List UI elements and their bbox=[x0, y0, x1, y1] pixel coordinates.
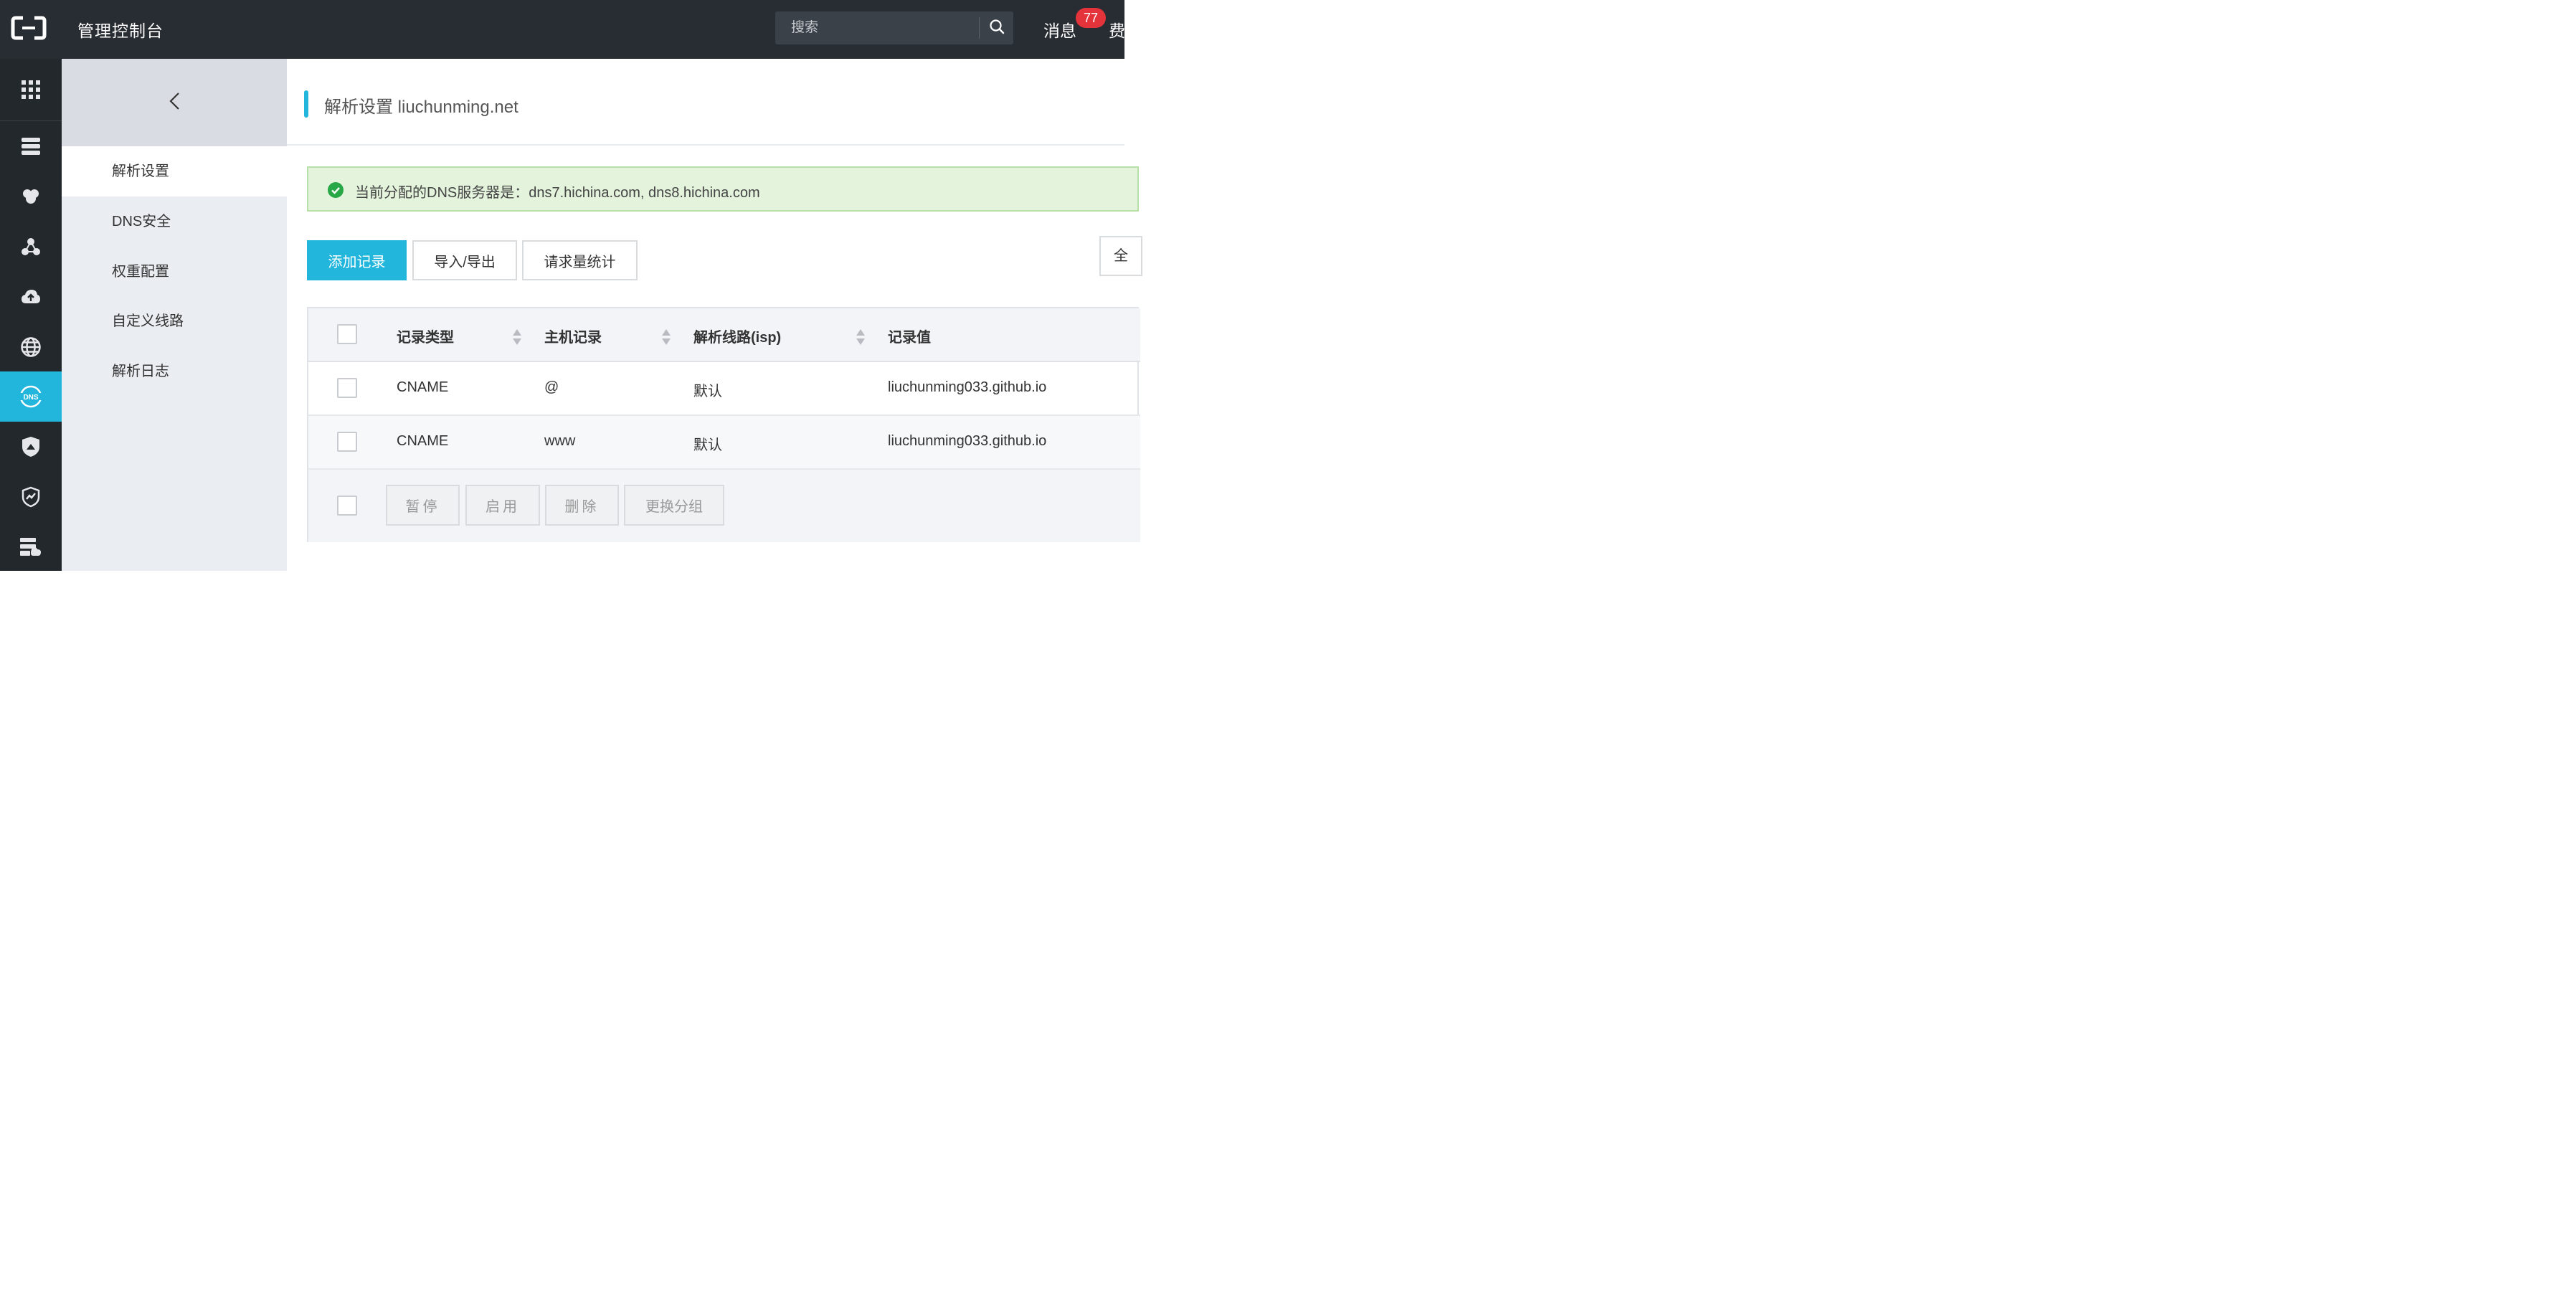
search-input[interactable] bbox=[775, 11, 979, 44]
cell-host: @ bbox=[544, 379, 559, 395]
check-circle-icon bbox=[328, 182, 344, 198]
enable-button[interactable]: 启用 bbox=[465, 485, 540, 526]
page-header: 解析设置 liuchunming.net bbox=[287, 59, 1124, 146]
records-table: 记录类型 主机记录 解析线路(isp) 记录值 CNAME @ 默认 liuch… bbox=[307, 307, 1140, 542]
row-checkbox[interactable] bbox=[337, 378, 357, 398]
svg-text:DNS: DNS bbox=[23, 394, 38, 402]
cell-line: 默认 bbox=[693, 384, 722, 399]
dns-server-alert: 当前分配的DNS服务器是：dns7.hichina.com, dns8.hich… bbox=[307, 166, 1139, 212]
cloud-compute-icon[interactable] bbox=[0, 171, 62, 222]
alert-text: 当前分配的DNS服务器是：dns7.hichina.com, dns8.hich… bbox=[355, 185, 760, 201]
search-box bbox=[775, 11, 1013, 44]
console-title[interactable]: 管理控制台 bbox=[77, 17, 164, 42]
request-stats-button[interactable]: 请求量统计 bbox=[522, 240, 638, 280]
fee-link[interactable]: 费 bbox=[1109, 17, 1125, 42]
sort-type-icon[interactable] bbox=[512, 328, 522, 346]
database-icon[interactable] bbox=[0, 121, 62, 171]
product-icon-rail: DNS bbox=[0, 59, 62, 571]
security-shield-icon[interactable] bbox=[0, 422, 62, 472]
cell-line: 默认 bbox=[693, 437, 722, 453]
collapse-sidebar-button[interactable] bbox=[62, 59, 287, 146]
sort-line-icon[interactable] bbox=[856, 328, 866, 346]
chevron-left-icon bbox=[169, 92, 180, 114]
table-footer: 暂停 启用 删除 更换分组 bbox=[308, 470, 1140, 542]
pause-button[interactable]: 暂停 bbox=[386, 485, 460, 526]
page-title: 解析设置 liuchunming.net bbox=[324, 98, 518, 117]
delete-button[interactable]: 删除 bbox=[545, 485, 619, 526]
search-button[interactable] bbox=[980, 11, 1013, 44]
select-all-checkbox[interactable] bbox=[337, 324, 357, 344]
globe-icon[interactable] bbox=[0, 322, 62, 372]
column-header-host: 主机记录 bbox=[544, 330, 602, 346]
footer-select-all-checkbox[interactable] bbox=[337, 496, 357, 516]
title-accent-bar bbox=[304, 90, 308, 118]
cell-type: CNAME bbox=[397, 433, 449, 449]
sidebar-item-resolution-log[interactable]: 解析日志 bbox=[62, 346, 287, 397]
add-record-button[interactable]: 添加记录 bbox=[307, 240, 407, 280]
table-row: CNAME www 默认 liuchunming033.github.io bbox=[308, 416, 1140, 470]
network-icon[interactable] bbox=[0, 222, 62, 272]
cloud-upload-icon[interactable] bbox=[0, 272, 62, 322]
cell-value: liuchunming033.github.io bbox=[888, 379, 1047, 395]
sidebar-item-resolution-settings[interactable]: 解析设置 bbox=[62, 146, 287, 196]
table-header: 记录类型 主机记录 解析线路(isp) 记录值 bbox=[308, 308, 1140, 362]
main-content: 解析设置 liuchunming.net 当前分配的DNS服务器是：dns7.h… bbox=[287, 59, 1142, 571]
sidebar-item-custom-lines[interactable]: 自定义线路 bbox=[62, 296, 287, 346]
dns-icon[interactable]: DNS bbox=[0, 371, 62, 422]
server-storage-icon[interactable] bbox=[0, 522, 62, 572]
messages-link[interactable]: 消息 bbox=[1043, 17, 1076, 42]
import-export-button[interactable]: 导入/导出 bbox=[412, 240, 517, 280]
all-filter-button[interactable]: 全 bbox=[1099, 236, 1142, 276]
cell-value: liuchunming033.github.io bbox=[888, 433, 1047, 449]
aliyun-logo-icon[interactable] bbox=[10, 14, 47, 42]
sidebar-item-dns-security[interactable]: DNS安全 bbox=[62, 196, 287, 247]
apps-grid-icon[interactable] bbox=[0, 65, 62, 115]
sort-host-icon[interactable] bbox=[661, 328, 671, 346]
column-header-type: 记录类型 bbox=[397, 330, 454, 346]
row-checkbox[interactable] bbox=[337, 432, 357, 452]
change-group-button[interactable]: 更换分组 bbox=[624, 485, 724, 526]
table-row: CNAME @ 默认 liuchunming033.github.io bbox=[308, 362, 1140, 416]
messages-count-badge: 77 bbox=[1076, 8, 1106, 28]
cell-type: CNAME bbox=[397, 379, 449, 395]
column-header-value: 记录值 bbox=[888, 330, 931, 346]
dns-sidebar: 解析设置 DNS安全 权重配置 自定义线路 解析日志 bbox=[62, 59, 287, 571]
top-bar: 管理控制台 消息 77 费 bbox=[0, 0, 1125, 59]
cell-host: www bbox=[544, 433, 576, 449]
search-icon bbox=[989, 19, 1005, 38]
monitor-shield-icon[interactable] bbox=[0, 472, 62, 522]
column-header-line: 解析线路(isp) bbox=[693, 330, 782, 346]
sidebar-item-weight-config[interactable]: 权重配置 bbox=[62, 247, 287, 297]
